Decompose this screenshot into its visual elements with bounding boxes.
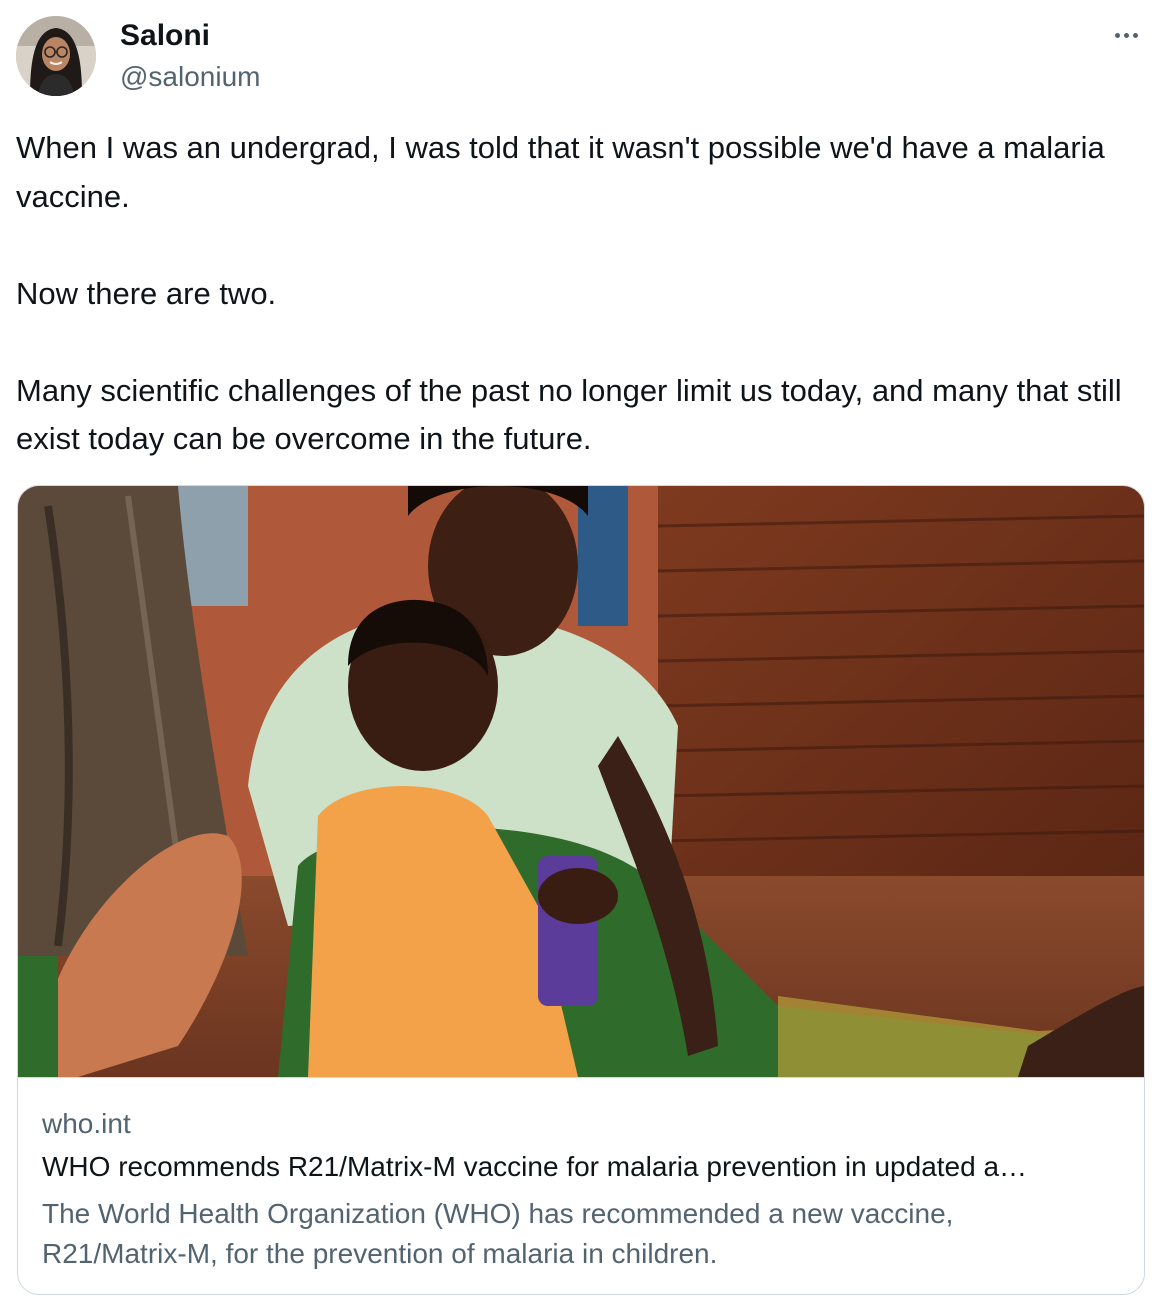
author-handle[interactable]: @salonium — [120, 58, 260, 96]
tweet-text: When I was an undergrad, I was told that… — [16, 124, 1151, 464]
tweet: Saloni @salonium When I was an undergrad… — [0, 0, 1162, 1310]
link-preview-card[interactable]: who.int WHO recommends R21/Matrix-M vacc… — [17, 485, 1145, 1295]
more-horizontal-icon[interactable] — [1106, 20, 1146, 50]
author-name[interactable]: Saloni — [120, 16, 210, 56]
card-image[interactable] — [18, 486, 1144, 1077]
card-domain[interactable]: who.int — [42, 1106, 131, 1142]
avatar[interactable] — [16, 16, 96, 96]
tweet-paragraph: Now there are two. — [16, 275, 277, 311]
card-title[interactable]: WHO recommends R21/Matrix-M vaccine for … — [42, 1149, 1120, 1185]
tweet-paragraph: When I was an undergrad, I was told that… — [16, 130, 1105, 214]
card-divider — [18, 1077, 1144, 1078]
card-description: The World Health Organization (WHO) has … — [42, 1198, 954, 1269]
tweet-paragraph: Many scientific challenges of the past n… — [16, 372, 1122, 457]
